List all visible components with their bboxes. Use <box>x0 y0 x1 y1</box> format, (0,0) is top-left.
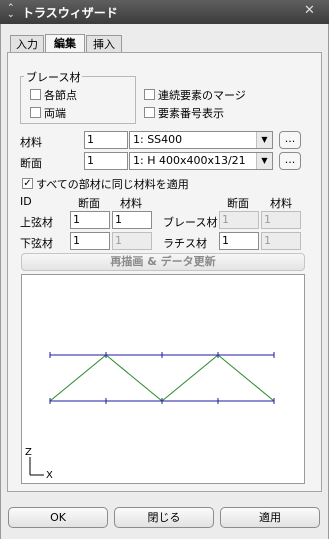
lower-chord-material-field: 1 <box>112 232 152 250</box>
brace-section-field: 1 <box>219 211 259 229</box>
close-icon[interactable]: ✕ <box>304 3 315 18</box>
upper-chord-label: 上弦材 <box>20 216 53 229</box>
header-material-2: 材料 <box>270 197 292 210</box>
header-section: 断面 <box>78 197 100 210</box>
brace-material-field: 1 <box>261 211 301 229</box>
title-bar[interactable]: ⌃ ⌄ トラスウィザード ✕ <box>0 0 329 24</box>
merge-checkbox[interactable] <box>144 89 155 100</box>
web-member <box>49 354 107 402</box>
apply-button[interactable]: 適用 <box>220 507 320 528</box>
truss-drawing <box>49 352 275 404</box>
tab-edit[interactable]: 編集 <box>45 34 85 53</box>
material-browse-button[interactable]: ... <box>279 131 301 149</box>
same-material-label: すべての部材に同じ材料を適用 <box>36 178 189 191</box>
section-browse-button[interactable]: ... <box>279 152 301 170</box>
ok-button[interactable]: OK <box>8 507 108 528</box>
lattice-label: ラチス材 <box>163 237 207 250</box>
tab-insert[interactable]: 挿入 <box>86 35 122 52</box>
section-select-value: 1: H 400x400x13/21 <box>133 154 246 167</box>
all-nodes-checkbox[interactable] <box>30 89 41 100</box>
web-member <box>161 354 219 402</box>
merge-label: 連続要素のマージ <box>158 89 246 102</box>
header-section-2: 断面 <box>227 197 249 210</box>
collapse-icon[interactable]: ⌃ ⌄ <box>7 4 19 20</box>
axis-indicator: Z X <box>25 447 53 481</box>
material-label: 材料 <box>20 136 42 149</box>
header-material: 材料 <box>120 197 142 210</box>
section-label: 断面 <box>20 157 42 170</box>
lower-chord-section-field[interactable]: 1 <box>70 232 110 250</box>
redraw-update-button[interactable]: 再描画 & データ更新 <box>21 253 305 271</box>
truss-preview[interactable]: Z X <box>21 274 305 484</box>
show-numbers-checkbox[interactable] <box>144 107 155 118</box>
both-ends-label: 両端 <box>44 107 66 120</box>
window-title: トラスウィザード <box>22 6 118 20</box>
chevron-down-icon[interactable]: ▼ <box>256 153 272 169</box>
lattice-material-field: 1 <box>261 232 301 250</box>
material-select[interactable]: 1: SS400 ▼ <box>129 131 273 149</box>
material-id-field[interactable]: 1 <box>84 131 128 149</box>
both-ends-checkbox[interactable] <box>30 107 41 118</box>
lower-chord-label: 下弦材 <box>20 237 53 250</box>
web-member <box>217 354 275 402</box>
material-select-value: 1: SS400 <box>133 133 183 146</box>
chevron-down-icon[interactable]: ▼ <box>256 132 272 148</box>
tab-input[interactable]: 入力 <box>10 35 44 52</box>
upper-chord-material-field[interactable]: 1 <box>112 211 152 229</box>
web-member <box>105 354 163 402</box>
close-button[interactable]: 閉じる <box>114 507 214 528</box>
all-nodes-label: 各節点 <box>44 89 77 102</box>
section-id-field[interactable]: 1 <box>84 152 128 170</box>
brace-member-label: ブレース材 <box>163 216 218 229</box>
section-select[interactable]: 1: H 400x400x13/21 ▼ <box>129 152 273 170</box>
header-id: ID <box>20 195 32 208</box>
show-numbers-label: 要素番号表示 <box>158 107 224 120</box>
brace-group-title: ブレース材 <box>24 69 83 85</box>
same-material-checkbox[interactable]: ✓ <box>22 178 33 189</box>
x-axis-label: X <box>46 470 53 481</box>
upper-chord-section-field[interactable]: 1 <box>70 211 110 229</box>
z-axis-label: Z <box>25 447 32 458</box>
lattice-section-field[interactable]: 1 <box>219 232 259 250</box>
